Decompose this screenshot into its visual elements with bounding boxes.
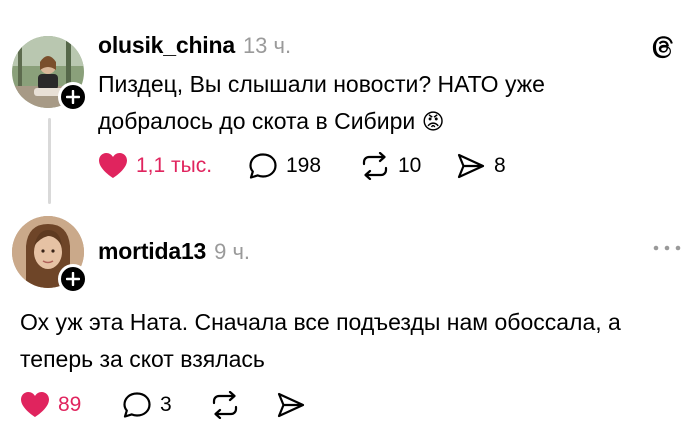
more-options-button[interactable]	[652, 240, 682, 258]
post-text-line-2: добралось до скота в Сибири 😡	[98, 103, 658, 140]
share-icon	[277, 392, 305, 418]
like-button[interactable]: 89	[20, 391, 81, 418]
post-text-line-1: Ох уж эта Ната. Сначала все подъезды нам…	[20, 309, 621, 335]
like-button[interactable]: 1,1 тыс.	[98, 152, 212, 179]
comment-button[interactable]: 3	[122, 391, 172, 419]
comment-button[interactable]: 198	[248, 152, 321, 180]
threads-logo-icon	[652, 36, 673, 59]
post-text-line-2-content: добралось до скота в Сибири	[98, 108, 416, 134]
share-button[interactable]	[276, 391, 306, 419]
post-text-line-2: теперь за скот взялась	[20, 346, 265, 372]
post-header: mortida13 9 ч.	[98, 238, 250, 265]
share-count: 8	[494, 154, 506, 177]
repost-count: 10	[398, 154, 422, 177]
plus-icon	[66, 272, 80, 286]
comment-icon	[123, 392, 151, 418]
comment-icon	[249, 153, 277, 179]
post-header: olusik_china 13 ч.	[98, 32, 291, 59]
post-text: Пиздец, Вы слышали новости? НАТО уже доб…	[98, 66, 658, 140]
heart-icon	[21, 392, 49, 417]
timestamp: 9 ч.	[214, 239, 251, 264]
follow-button[interactable]	[58, 264, 88, 294]
username[interactable]: olusik_china	[98, 32, 235, 59]
post-text: Ох уж эта Ната. Сначала все подъезды нам…	[20, 304, 685, 378]
share-icon	[457, 153, 485, 179]
share-button[interactable]: 8	[456, 152, 506, 180]
follow-button[interactable]	[58, 82, 88, 112]
comment-count: 198	[286, 154, 322, 177]
heart-icon	[99, 153, 127, 178]
comment-count: 3	[160, 393, 172, 416]
post-text-line-1: Пиздец, Вы слышали новости? НАТО уже	[98, 71, 545, 97]
repost-button[interactable]: 10	[360, 152, 421, 180]
threads-logo[interactable]	[650, 33, 678, 66]
angry-emoji: 😡	[421, 109, 445, 134]
repost-button[interactable]	[210, 391, 240, 419]
plus-icon	[66, 90, 80, 104]
like-count: 89	[58, 392, 82, 416]
repost-icon	[362, 152, 388, 180]
thread-line	[48, 118, 51, 204]
timestamp: 13 ч.	[242, 33, 292, 58]
like-count: 1,1 тыс.	[136, 153, 213, 177]
repost-icon	[212, 391, 238, 419]
more-options-icon	[653, 245, 681, 251]
username[interactable]: mortida13	[98, 238, 206, 265]
